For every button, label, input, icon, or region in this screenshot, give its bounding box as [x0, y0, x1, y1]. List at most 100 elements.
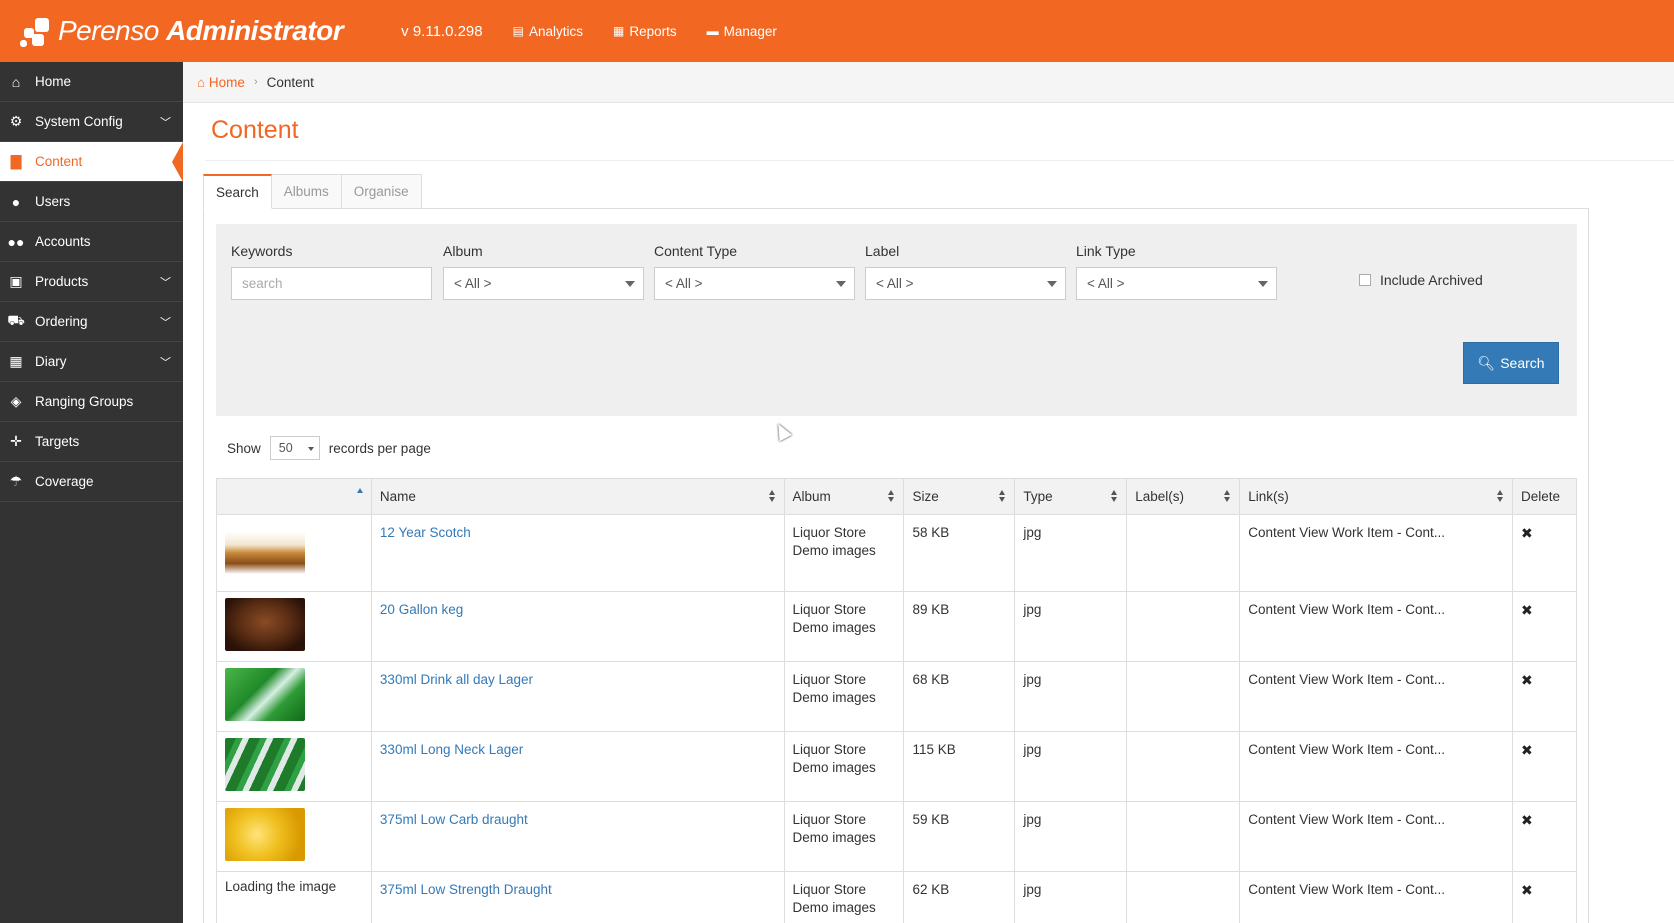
- sidebar-item-diary[interactable]: ▦ Diary ﹀: [0, 342, 183, 382]
- tab-organise[interactable]: Organise: [340, 174, 422, 209]
- breadcrumb-current: Content: [266, 74, 314, 90]
- sidebar-item-home[interactable]: ⌂ Home: [0, 62, 183, 102]
- links-cell: Content View Work Item - Cont...: [1239, 514, 1513, 592]
- chart-icon: ▤: [512, 24, 524, 38]
- column-header-type[interactable]: Type: [1014, 478, 1128, 515]
- label-select-value: < All >: [876, 276, 914, 291]
- column-header-labels[interactable]: Label(s): [1126, 478, 1241, 515]
- column-header-label: Link(s): [1248, 489, 1289, 504]
- label-label: Label: [865, 243, 900, 259]
- album-select-value: < All >: [454, 276, 492, 291]
- content-thumbnail[interactable]: [225, 521, 305, 574]
- content-thumbnail[interactable]: [225, 668, 305, 721]
- include-archived-checkbox[interactable]: [1359, 274, 1371, 286]
- breadcrumb: ⌂ Home › Content: [183, 62, 1674, 103]
- caret-down-icon: [836, 281, 846, 287]
- nav-reports[interactable]: ▦ Reports: [613, 24, 677, 39]
- column-header-name[interactable]: Name: [370, 478, 785, 515]
- sidebar-item-products[interactable]: ▣ Products ﹀: [0, 262, 183, 302]
- content-thumbnail[interactable]: [225, 738, 305, 791]
- brand-logo[interactable]: Perenso Administrator: [18, 14, 344, 48]
- perenso-logo-icon: [18, 14, 52, 48]
- sidebar-item-ordering[interactable]: ⛟ Ordering ﹀: [0, 302, 183, 342]
- sidebar-item-label: Content: [35, 154, 83, 169]
- home-icon: ⌂: [197, 74, 206, 90]
- search-button[interactable]: 🔍︎ Search: [1463, 342, 1559, 384]
- nav-manager[interactable]: ▬ Manager: [707, 24, 777, 39]
- chevron-down-icon: ﹀: [160, 316, 171, 329]
- links-cell: Content View Work Item - Cont...: [1239, 801, 1513, 872]
- delete-icon[interactable]: ✖: [1521, 672, 1533, 688]
- links-cell: Content View Work Item - Cont...: [1239, 661, 1513, 732]
- page-title: Content: [211, 116, 299, 144]
- album-select[interactable]: < All >: [443, 267, 644, 300]
- column-header-thumbnail[interactable]: [216, 478, 372, 515]
- page-size-value: 50: [278, 441, 293, 455]
- nav-analytics[interactable]: ▤ Analytics: [513, 24, 583, 39]
- sort-icon: [1224, 490, 1231, 503]
- album-line-2: Demo images: [792, 830, 876, 845]
- delete-icon[interactable]: ✖: [1521, 882, 1533, 898]
- search-button-label: Search: [1500, 355, 1545, 371]
- page-size-control: Show 50 records per page: [227, 436, 431, 460]
- sidebar-item-users[interactable]: ● Users: [0, 182, 183, 222]
- thumbnail-cell: [216, 514, 372, 592]
- size-cell: 115 KB: [903, 731, 1016, 802]
- thumbnail-cell: [216, 591, 372, 662]
- thumbnail-cell: Loading the image: [216, 871, 372, 923]
- column-header-album[interactable]: Album: [783, 478, 905, 515]
- delete-icon[interactable]: ✖: [1521, 742, 1533, 758]
- column-header-label: Delete: [1520, 489, 1560, 504]
- keywords-input[interactable]: search: [231, 267, 432, 300]
- name-cell: 330ml Long Neck Lager: [370, 731, 785, 802]
- content-name-link[interactable]: 375ml Low Carb draught: [380, 812, 528, 827]
- delete-icon[interactable]: ✖: [1521, 812, 1533, 828]
- delete-icon[interactable]: ✖: [1521, 602, 1533, 618]
- sort-icon: [768, 490, 776, 503]
- gift-icon: ▣: [9, 273, 23, 289]
- calendar-icon: ▦: [9, 353, 23, 369]
- link-type-select-value: < All >: [1087, 276, 1125, 291]
- content-name-link[interactable]: 330ml Drink all day Lager: [380, 672, 533, 687]
- nav-manager-label: Manager: [723, 23, 777, 39]
- content-thumbnail[interactable]: [225, 598, 305, 651]
- label-select[interactable]: < All >: [865, 267, 1066, 300]
- column-header-links[interactable]: Link(s): [1239, 478, 1513, 515]
- sort-asc-icon: [356, 488, 363, 493]
- delete-cell: ✖: [1511, 661, 1578, 732]
- show-label: Show: [227, 440, 261, 456]
- brand-name: Perenso Administrator: [58, 15, 344, 46]
- breadcrumb-home[interactable]: ⌂ Home: [197, 75, 245, 90]
- sidebar-item-accounts[interactable]: ●● Accounts: [0, 222, 183, 262]
- album-cell: Liquor Store Demo images: [783, 871, 905, 923]
- table-row: Loading the image 375ml Low Strength Drau…: [216, 871, 1578, 923]
- sidebar-item-targets[interactable]: ✛ Targets: [0, 422, 183, 462]
- delete-icon[interactable]: ✖: [1521, 525, 1533, 541]
- column-header-size[interactable]: Size: [903, 478, 1016, 515]
- sort-icon: [1496, 490, 1504, 503]
- content-name-link[interactable]: 12 Year Scotch: [380, 525, 471, 540]
- name-cell: 12 Year Scotch: [370, 514, 785, 592]
- sidebar-item-system-config[interactable]: ⚙ System Config ﹀: [0, 102, 183, 142]
- type-cell: jpg: [1014, 514, 1128, 592]
- tab-albums[interactable]: Albums: [270, 174, 342, 209]
- size-cell: 62 KB: [903, 871, 1016, 923]
- album-line-1: Liquor Store: [792, 742, 867, 757]
- album-cell: Liquor Store Demo images: [783, 801, 905, 872]
- content-name-link[interactable]: 330ml Long Neck Lager: [380, 742, 523, 757]
- sidebar-item-label: System Config: [35, 114, 123, 129]
- size-cell: 89 KB: [903, 591, 1016, 662]
- table-header-row: Name Album Size Type Label(s) Link(s) De…: [216, 478, 1578, 515]
- content-thumbnail[interactable]: [225, 808, 305, 861]
- sidebar-item-ranging-groups[interactable]: ◈ Ranging Groups: [0, 382, 183, 422]
- link-type-select[interactable]: < All >: [1076, 267, 1277, 300]
- page-size-select[interactable]: 50: [269, 436, 320, 460]
- sidebar-item-content[interactable]: ▇ Content: [0, 142, 183, 182]
- content-name-link[interactable]: 20 Gallon keg: [380, 602, 463, 617]
- sort-icon: [999, 490, 1006, 503]
- content-name-link[interactable]: 375ml Low Strength Draught: [380, 882, 552, 897]
- tab-search[interactable]: Search: [203, 174, 272, 209]
- name-cell: 20 Gallon keg: [370, 591, 785, 662]
- sidebar-item-coverage[interactable]: ☂ Coverage: [0, 462, 183, 502]
- content-type-select[interactable]: < All >: [654, 267, 855, 300]
